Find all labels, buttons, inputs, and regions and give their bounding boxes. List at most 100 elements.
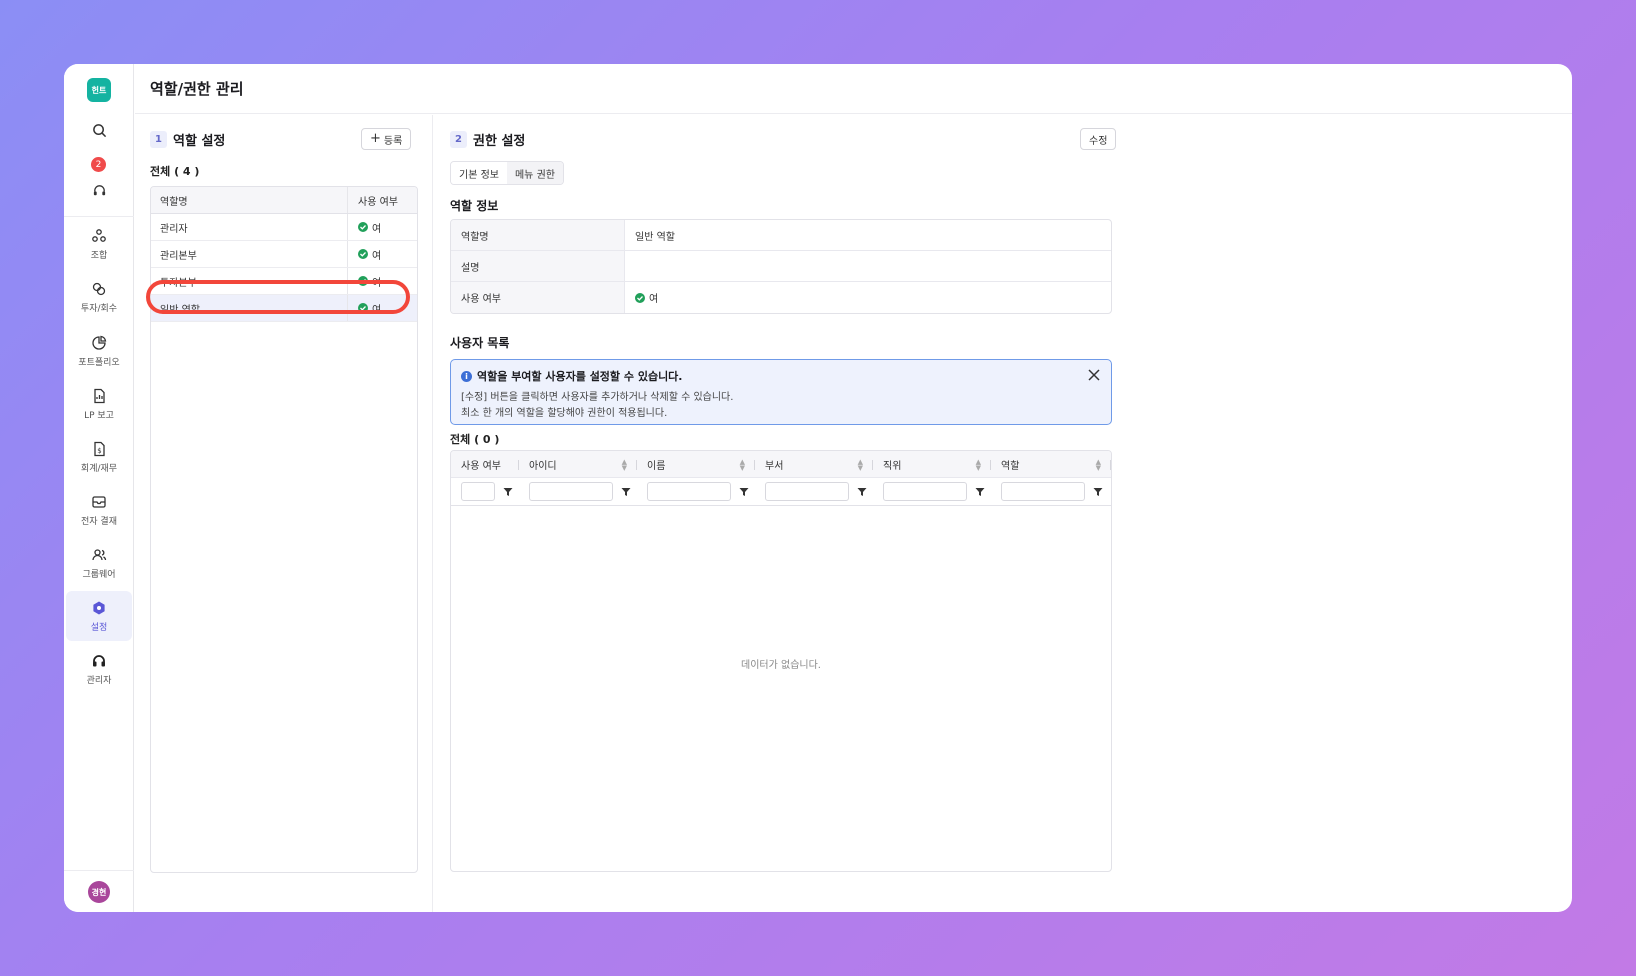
page-title: 역할/권한 관리 [150,80,244,98]
role-status-text: 여 [372,223,382,235]
sort-icon[interactable]: ▲ ▼ [622,459,627,472]
info-row: 사용 여부 여 [451,282,1111,313]
report-icon [94,388,105,403]
role-status-text: 여 [372,250,382,262]
filter-icon[interactable] [857,487,867,497]
sidebar-item-union[interactable]: 조합 [66,219,132,269]
filter-cell [991,478,1111,505]
check-circle-icon [358,222,368,232]
filter-row [451,478,1111,506]
column-header-label: 직위 [883,460,902,472]
sidebar-item-portfolio[interactable]: 포트폴리오 [66,326,132,376]
alert-title: i 역할을 부여할 사용자를 설정할 수 있습니다. [461,368,683,384]
check-circle-icon [635,292,645,303]
filter-input[interactable] [883,482,967,501]
role-name: 관리자 [151,214,348,240]
edit-button[interactable]: 수정 [1080,128,1117,150]
table-header: 사용 여부 아이디 ▲ ▼ 이름 ▲ ▼ 부서 ▲ ▼ 직위 ▲ ▼ 역할 ▲ … [451,451,1111,478]
filter-input[interactable] [461,482,495,501]
alert-line: [수정] 버튼을 클릭하면 사용자를 추가하거나 삭제할 수 있습니다. [461,392,734,403]
alert-title-text: 역할을 부여할 사용자를 설정할 수 있습니다. [477,370,683,383]
column-header-id[interactable]: 아이디 ▲ ▼ [519,451,637,477]
sidebar-item-admin[interactable]: 관리자 [66,644,132,694]
column-header-role[interactable]: 역할 ▲ ▼ [991,451,1111,477]
sort-icon[interactable]: ▲ ▼ [740,459,745,472]
info-icon: i [461,370,472,382]
union-icon [92,228,106,242]
app-logo[interactable]: 헌트 [87,78,111,102]
info-value: 여 [625,282,658,313]
page-header: 역할/권한 관리 [135,64,1572,114]
table-row[interactable]: 관리본부 여 [151,241,417,268]
column-header-position[interactable]: 직위 ▲ ▼ [873,451,991,477]
roles-panel-title-text: 역할 설정 [173,134,226,149]
close-icon[interactable] [1087,368,1101,382]
sidebar-item-lp-report[interactable]: LP 보고 [66,379,132,429]
role-info-title: 역할 정보 [450,199,499,213]
filter-icon[interactable] [739,487,749,497]
sidebar-item-accounting[interactable]: $ 회계/재무 [66,432,132,482]
column-header-label: 이름 [647,460,666,472]
notification-badge[interactable]: 2 [91,157,106,172]
column-header-name[interactable]: 이름 ▲ ▼ [637,451,755,477]
sidebar-item-settings[interactable]: 설정 [66,591,132,641]
user-avatar[interactable]: 경현 [88,881,110,903]
filter-icon[interactable] [503,487,513,497]
filter-cell [755,478,873,505]
column-header-role-name[interactable]: 역할명 [151,187,348,213]
column-header-department[interactable]: 부서 ▲ ▼ [755,451,873,477]
roles-panel: 1 역할 설정 + 등록 전체 ( 4 ) 역할명 사용 여부 관리자 여 관리… [135,115,433,912]
investment-icon [92,282,106,295]
sidebar-item-label: 설정 [90,622,108,633]
sidebar-item-groupware[interactable]: 그룹웨어 [66,538,132,588]
add-role-button[interactable]: + 등록 [361,128,412,150]
permission-panel: 2 권한 설정 수정 기본 정보 메뉴 권한 역할 정보 역할명 일반 역할 설… [434,115,1572,912]
role-info-table: 역할명 일반 역할 설명 사용 여부 여 [450,219,1112,314]
sort-icon[interactable]: ▲ ▼ [1096,459,1101,472]
sort-icon[interactable]: ▲ ▼ [976,459,981,472]
filter-cell [873,478,991,505]
search-icon[interactable] [89,120,109,140]
groupware-icon [92,548,107,560]
filter-icon[interactable] [1093,487,1103,497]
filter-cell [519,478,637,505]
permission-panel-title: 2 권한 설정 [450,130,525,149]
check-circle-icon [358,249,368,259]
tab-basic-info[interactable]: 기본 정보 [451,162,507,184]
usage-status-text: 여 [649,294,659,305]
sidebar-item-label: 포트폴리오 [78,357,120,368]
permission-panel-title-text: 권한 설정 [473,134,526,149]
filter-input[interactable] [529,482,613,501]
filter-input[interactable] [765,482,849,501]
filter-input[interactable] [647,482,731,501]
step-number: 1 [150,131,167,148]
roles-count: 전체 ( 4 ) [150,165,200,178]
tab-menu-permission[interactable]: 메뉴 권한 [506,162,563,184]
user-list-title: 사용자 목록 [450,336,510,350]
sidebar-item-label: 전자 결재 [81,516,117,527]
info-label: 설명 [451,251,625,281]
sidebar-item-label: 그룹웨어 [82,569,116,580]
filter-input[interactable] [1001,482,1085,501]
column-header-usage[interactable]: 사용 여부 [348,193,398,208]
column-header-usage[interactable]: 사용 여부 [451,451,519,477]
headset-icon[interactable] [89,180,109,200]
info-value: 일반 역할 [635,231,675,243]
sort-icon[interactable]: ▲ ▼ [858,459,863,472]
svg-text:$: $ [97,447,101,455]
sidebar-item-label: 조합 [90,250,108,261]
filter-icon[interactable] [975,487,985,497]
column-header-label: 아이디 [529,460,557,472]
sidebar-item-label: 관리자 [86,675,112,686]
sidebar-item-investment[interactable]: 투자/회수 [66,272,132,322]
sidebar-item-approval[interactable]: 전자 결재 [66,485,132,535]
column-header-label: 부서 [765,460,784,472]
user-count: 전체 ( 0 ) [450,433,500,446]
table-row[interactable]: 관리자 여 [151,214,417,241]
role-status: 여 [348,247,381,262]
alert-line: 최소 한 개의 역할을 할당해야 권한이 적용됩니다. [461,408,668,419]
column-header-label: 사용 여부 [461,460,501,472]
filter-icon[interactable] [621,487,631,497]
app-window: 헌트 2 조합 투자/회수 포트폴리오 LP 보고 $ 회계/재무 전자 결재 … [64,64,1572,912]
admin-icon [93,654,105,666]
